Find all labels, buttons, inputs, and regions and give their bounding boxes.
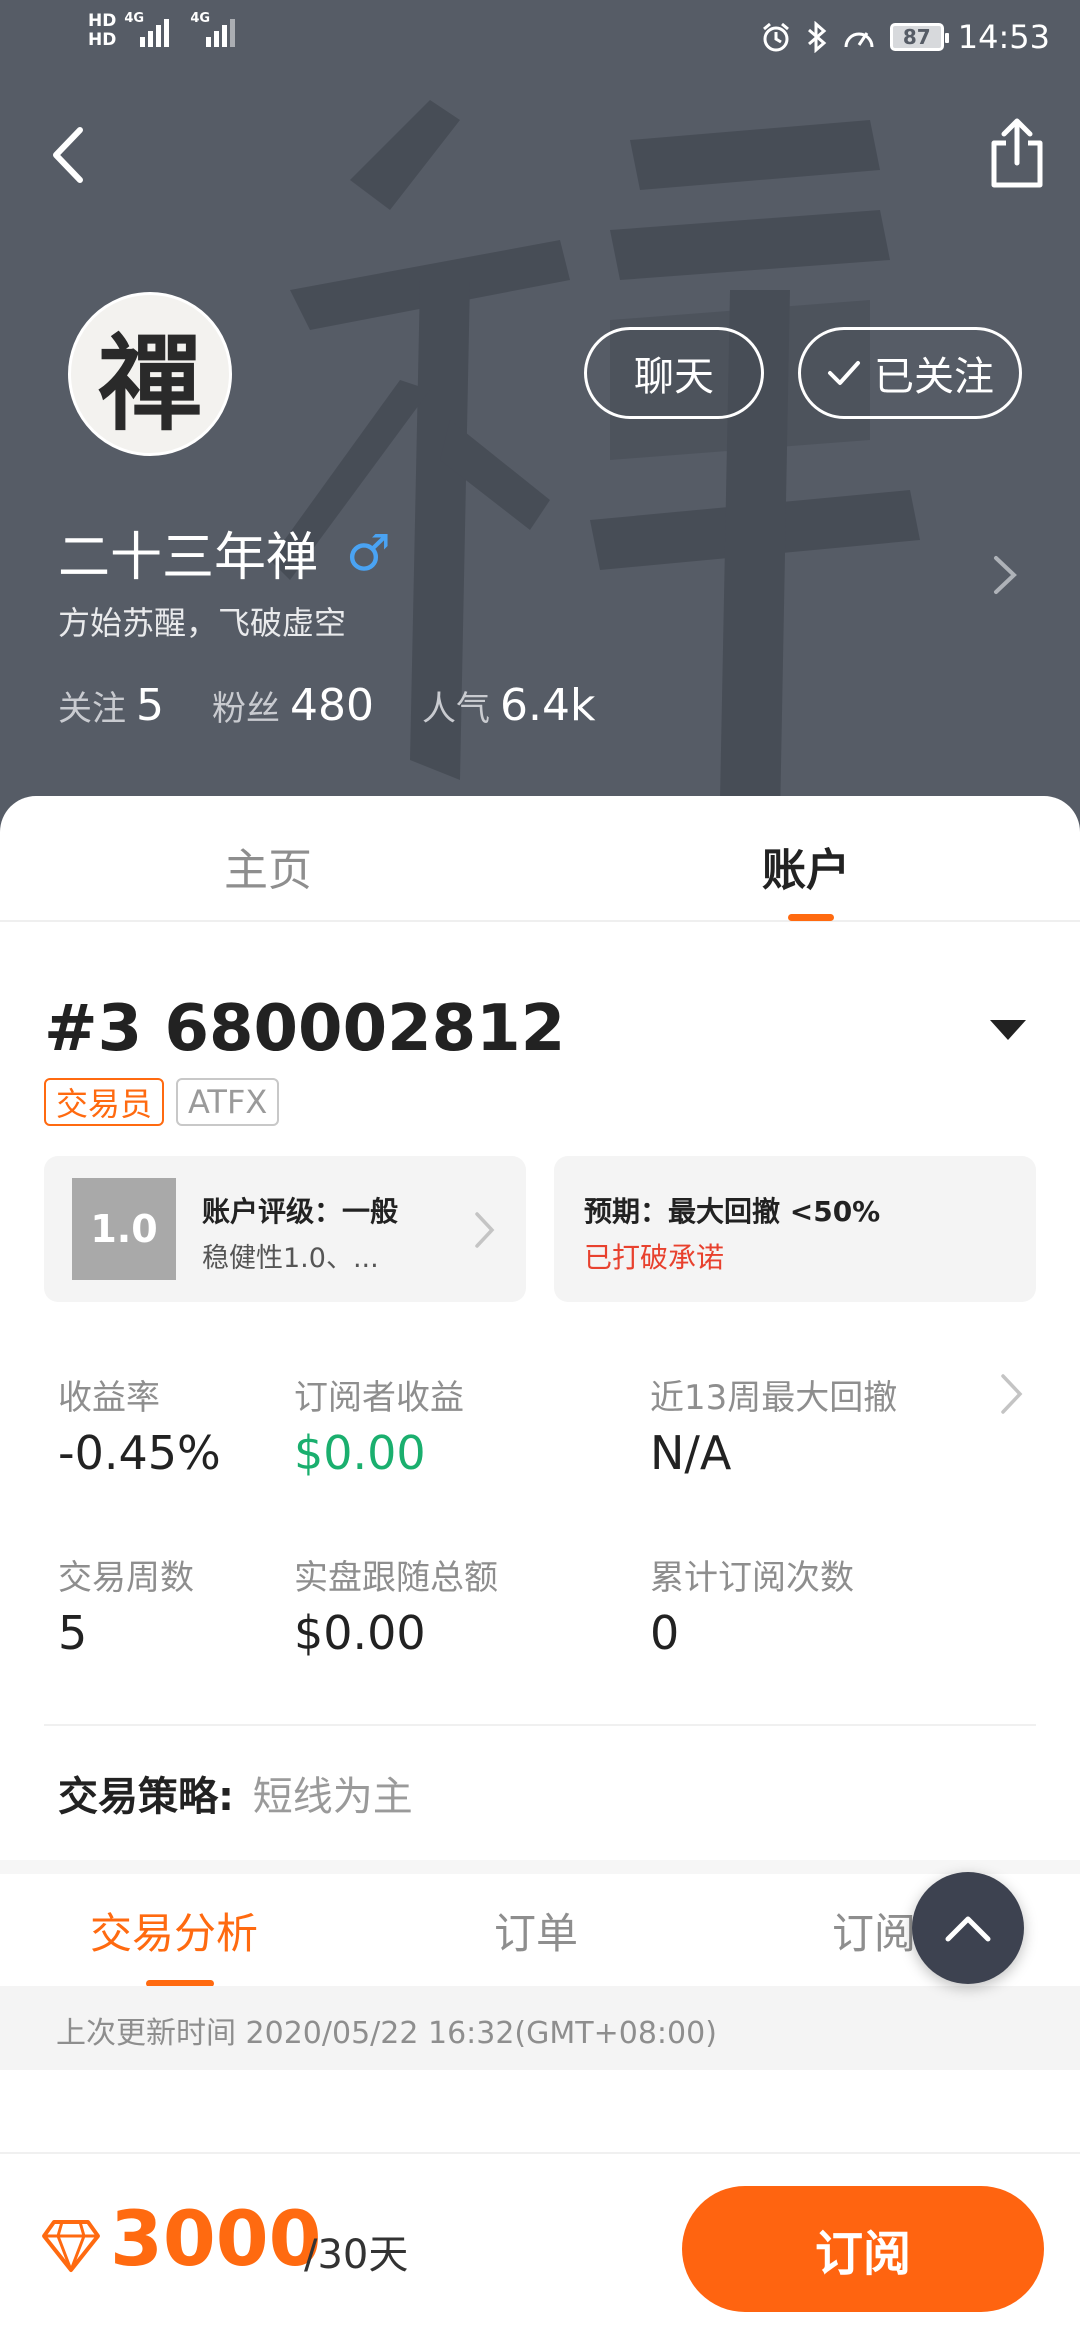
expectation-title: 预期：最大回撤 <50% [584,1195,881,1228]
subscription-period: /30天 [304,2232,409,2278]
rating-subtitle: 稳健性1.0、... [202,1243,379,1274]
signal-icon-2: 4G [190,11,248,47]
section-separator [0,1860,1080,1874]
network-1-label: 4G [124,11,145,26]
metric-label-subscriber-profit: 订阅者收益 [294,1378,464,1418]
stat-following[interactable]: 关注 5 [58,680,164,731]
subscription-price: 3000 [110,2194,322,2283]
metric-value-follow-total: $0.00 [294,1606,426,1660]
dropdown-triangle-icon[interactable] [988,1018,1028,1042]
metric-label-max-drawdown: 近13周最大回撤 [650,1378,898,1418]
network-2-label: 4G [190,11,211,26]
score-badge: 1.0 [72,1178,176,1280]
chevron-right-icon [475,1212,495,1248]
status-right: 87 14:53 [760,18,1050,56]
chevron-right-icon[interactable] [990,550,1020,600]
tab-home[interactable]: 主页 [224,834,312,898]
battery-icon: 87 [889,23,949,51]
metric-value-max-drawdown: N/A [650,1426,732,1480]
follow-button-label: 已关注 [874,354,994,400]
back-icon[interactable] [40,120,100,190]
male-icon: ♂ [346,523,391,582]
chat-button-label: 聊天 [634,354,714,400]
bottom-bar: 3000 /30天 订阅 [0,2152,1080,2340]
battery-level: 87 [902,25,931,49]
avatar[interactable]: 禪 [68,292,232,456]
main-card: 主页 账户 #3 680002812 交易员 ATFX 1.0 账户评级：一般 … [0,796,1080,2340]
divider [44,1724,1036,1726]
user-signature: 方始苏醒，飞破虚空 [58,604,347,642]
chevron-up-icon [945,1916,991,1942]
tab-orders[interactable]: 订单 [494,1900,578,1961]
bluetooth-icon [807,21,827,53]
expectation-status: 已打破承诺 [584,1241,725,1274]
stat-label: 人气 [421,689,490,729]
metric-label-return: 收益率 [58,1378,160,1418]
metric-label-subscription-count: 累计订阅次数 [650,1558,854,1598]
scroll-to-top-button[interactable] [912,1872,1024,1984]
chat-button[interactable]: 聊天 [584,327,764,419]
last-update-bar: 上次更新时间 2020/05/22 16:32(GMT+08:00) [0,1986,1080,2070]
account-title: #3 680002812 [44,992,566,1066]
tab-account[interactable]: 账户 [762,834,850,898]
signal-icon: 4G [124,11,182,47]
subscribe-button-label: 订阅 [814,2226,911,2282]
rating-card[interactable]: 1.0 账户评级：一般 稳健性1.0、... [44,1156,526,1302]
speed-icon [844,32,874,48]
last-update-text: 上次更新时间 2020/05/22 16:32(GMT+08:00) [56,2016,717,2051]
user-name: 二十三年禅 ♂ [58,515,391,590]
tab-trade-analysis[interactable]: 交易分析 [90,1900,258,1961]
check-icon [828,361,860,385]
strategy-label: 交易策略: [58,1774,234,1820]
share-icon[interactable] [984,115,1050,191]
profile-header: HD HD 4G 4G 87 14:53 禪 聊天 已关注 二十三年禅 ♂ 方始… [0,0,1080,840]
expectation-card: 预期：最大回撤 <50% 已打破承诺 [554,1156,1036,1302]
metric-value-subscription-count: 0 [650,1606,680,1660]
hd-indicator: HD HD [88,12,116,50]
stat-value: 5 [136,680,164,731]
tag-trader: 交易员 [44,1078,165,1126]
user-name-text: 二十三年禅 [58,528,319,588]
follow-button[interactable]: 已关注 [798,327,1022,419]
strategy-value: 短线为主 [252,1774,413,1820]
metric-value-subscriber-profit: $0.00 [294,1426,426,1480]
stat-popularity: 人气 6.4k [422,680,595,731]
alarm-icon [762,22,789,52]
tab-active-indicator [788,914,834,921]
clock: 14:53 [957,18,1050,56]
metric-value-trading-weeks: 5 [58,1606,88,1660]
trading-strategy: 交易策略: 短线为主 [58,1764,413,1822]
tag-broker: ATFX [176,1078,280,1126]
diamond-icon [42,2220,100,2272]
chevron-right-icon[interactable] [998,1370,1026,1418]
metric-label-follow-total: 实盘跟随总额 [294,1558,498,1598]
subscribe-button[interactable]: 订阅 [682,2186,1044,2312]
stat-value: 480 [290,680,374,731]
main-tab-bar: 主页 账户 [0,796,1080,922]
metric-label-trading-weeks: 交易周数 [58,1558,194,1598]
rating-title: 账户评级：一般 [202,1195,399,1228]
stat-value: 6.4k [499,680,596,731]
hd-bottom-label: HD [88,30,117,50]
status-bar: HD HD 4G 4G 87 14:53 [0,0,1080,80]
stat-fans[interactable]: 粉丝 480 [212,680,374,731]
metric-value-return: -0.45% [58,1426,221,1480]
stat-label: 粉丝 [212,689,280,729]
status-left: HD HD 4G 4G [88,11,248,50]
profile-stats: 关注 5 粉丝 480 人气 6.4k [58,680,595,731]
avatar-glyph: 禪 [97,321,202,445]
hd-top-label: HD [88,11,117,31]
stat-label: 关注 [58,689,126,729]
account-tags: 交易员 ATFX [44,1078,280,1126]
